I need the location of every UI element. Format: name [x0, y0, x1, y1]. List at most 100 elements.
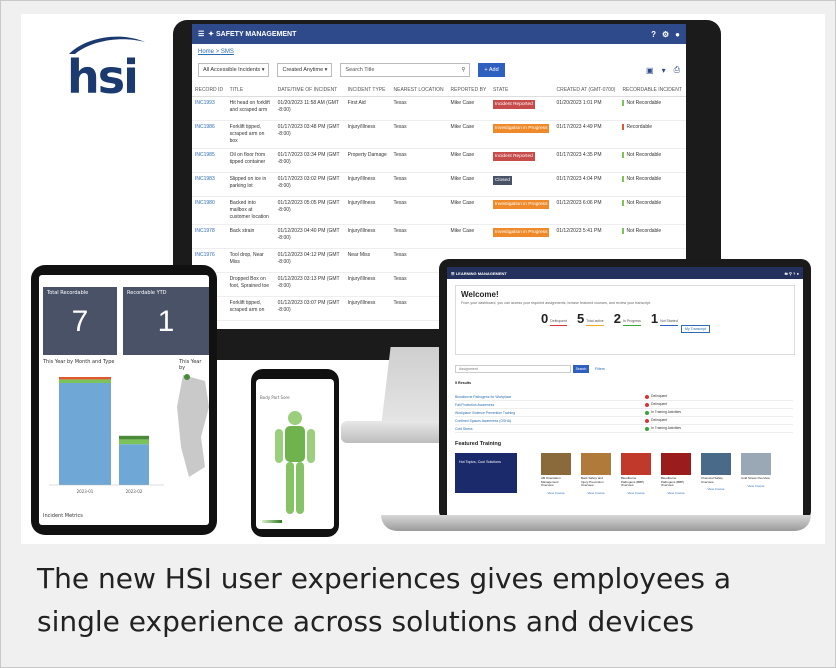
- table-row[interactable]: INC1993 Hit head on forklift and scraped …: [192, 96, 686, 121]
- record-id[interactable]: INC1983: [192, 172, 227, 197]
- table-row[interactable]: INC1985 Oil on floor from tipped containe…: [192, 148, 686, 173]
- column-header[interactable]: STATE: [489, 84, 554, 97]
- assignment-row[interactable]: Fall Protection Awareness Delinquent: [455, 401, 793, 409]
- stat-number: 2: [613, 311, 621, 326]
- incidents-filter-dropdown[interactable]: All Accessible Incidents ▾: [198, 63, 270, 77]
- column-header[interactable]: REPORTED BY: [447, 84, 490, 97]
- assignment-row[interactable]: Workplace Violence Prevention Training In…: [455, 409, 793, 417]
- status-text: In Training Activities: [651, 410, 681, 415]
- course-card[interactable]: Hot Topics, Cool Solutions: [455, 453, 517, 501]
- created-filter-dropdown[interactable]: Created Anytime ▾: [277, 63, 333, 77]
- view-course-link[interactable]: View Course: [701, 487, 731, 491]
- view-course-link[interactable]: View Course: [621, 491, 651, 495]
- column-header[interactable]: RECORDABLE INCIDENT: [619, 84, 686, 97]
- add-button[interactable]: + Add: [478, 63, 505, 77]
- course-card[interactable]: Chemical Safety Overview View Course: [701, 453, 731, 501]
- assignment-title[interactable]: Bloodborne Pathogens for Workplace: [455, 395, 645, 399]
- table-row[interactable]: INC1983 Slipped on ice in parking lot 01/1…: [192, 172, 686, 197]
- type-cell-text: Injury/Illness: [347, 200, 376, 206]
- date-cell: 01/12/2023 05:05 PM (GMT -8:00): [274, 196, 345, 225]
- course-title: AB Orientation Management Overview: [541, 476, 561, 488]
- reported-by-cell: Mike Case: [447, 196, 490, 225]
- view-course-link[interactable]: View Course: [581, 491, 611, 495]
- bar-segment[interactable]: [119, 439, 149, 445]
- course-card[interactable]: AB Orientation Management Overview View C…: [541, 453, 571, 501]
- course-card[interactable]: Bloodborne Pathogens (BBP) Overview View …: [661, 453, 691, 501]
- help-icon[interactable]: ?: [793, 271, 795, 276]
- date-cell-text: 01/17/2023 03:34 PM (GMT -8:00): [277, 152, 340, 165]
- hamburger-icon[interactable]: ☰: [451, 271, 455, 276]
- search-icon[interactable]: ⚲: [789, 271, 792, 276]
- featured-training-title: Featured Training: [455, 441, 502, 447]
- column-header[interactable]: DATE/TIME OF INCIDENT: [274, 84, 345, 97]
- record-id[interactable]: INC1978: [192, 224, 227, 249]
- chevron-down-icon[interactable]: ▾: [662, 66, 666, 75]
- lms-header: ☰ LEARNING MANAGEMENT ⇆ ⚲ ? ●: [447, 267, 803, 279]
- reported-by-cell-text: Mike Case: [450, 228, 475, 234]
- record-id[interactable]: INC1985: [192, 148, 227, 173]
- filters-button[interactable]: Filters: [595, 367, 605, 371]
- column-header[interactable]: CREATED AT (GMT-0700): [553, 84, 620, 97]
- gear-icon[interactable]: ⚙: [662, 30, 669, 39]
- assignment-title[interactable]: Workplace Violence Prevention Training: [455, 411, 645, 415]
- user-icon[interactable]: ●: [797, 271, 799, 276]
- hamburger-icon[interactable]: ☰: [198, 30, 204, 38]
- stat-item[interactable]: 0 Delinquent: [541, 311, 567, 326]
- welcome-text: From your dashboard, you can access your…: [461, 301, 651, 305]
- breadcrumb-sms[interactable]: SMS: [221, 49, 234, 55]
- course-card[interactable]: Cold Stress Overview View Course: [741, 453, 771, 501]
- column-header[interactable]: NEAREST LOCATION: [390, 84, 448, 97]
- view-course-link[interactable]: View Course: [741, 484, 771, 488]
- learning-management-screen: ☰ LEARNING MANAGEMENT ⇆ ⚲ ? ● Welcome! F…: [447, 267, 803, 515]
- footer-label: Incident Metrics: [43, 513, 83, 519]
- record-id[interactable]: INC1993: [192, 96, 227, 121]
- date-cell: 01/17/2023 03:34 PM (GMT -8:00): [274, 148, 345, 173]
- assignment-search-input[interactable]: Assignment: [455, 365, 571, 373]
- course-card[interactable]: Back Safety and Injury Prevention Overvi…: [581, 453, 611, 501]
- stat-item[interactable]: 2 In Progress: [614, 311, 641, 326]
- record-id[interactable]: INC1980: [192, 196, 227, 225]
- search-button[interactable]: Search: [573, 365, 589, 373]
- bar-segment[interactable]: [59, 383, 111, 485]
- assignment-row[interactable]: Bloodborne Pathogens for Workplace Delinq…: [455, 393, 793, 401]
- course-thumbnail: [541, 453, 571, 475]
- course-thumbnail: [621, 453, 651, 475]
- assignment-row[interactable]: Cold Stress In Training Activities: [455, 425, 793, 433]
- column-header[interactable]: INCIDENT TYPE: [344, 84, 391, 97]
- created-cell: 01/20/2023 1:01 PM: [553, 96, 620, 121]
- my-transcript-button[interactable]: My Transcript: [681, 325, 711, 333]
- course-thumbnail: [455, 453, 517, 493]
- table-row[interactable]: INC1978 Back strain 01/12/2023 04:40 PM (G…: [192, 224, 686, 249]
- location-cell: Texas: [390, 196, 448, 225]
- bar-segment[interactable]: [119, 444, 149, 485]
- search-input[interactable]: Search Title ⚲: [340, 63, 471, 77]
- breadcrumb-home[interactable]: Home: [198, 49, 214, 55]
- assignment-row[interactable]: Confined Spaces Awareness (OSHA) Delinque…: [455, 417, 793, 425]
- help-icon[interactable]: ?: [651, 30, 656, 39]
- export-icon[interactable]: ▣: [646, 66, 654, 75]
- app-title: SAFETY MANAGEMENT: [216, 30, 297, 38]
- bar-segment[interactable]: [59, 379, 111, 383]
- stat-item[interactable]: 5 Total active: [577, 311, 604, 326]
- language-icon[interactable]: ⇆: [784, 271, 787, 276]
- stat-item[interactable]: 1 Not Started: [651, 311, 678, 326]
- location-cell: Texas: [390, 120, 448, 149]
- date-cell-text: 01/20/2023 11:58 AM (GMT -8:00): [277, 100, 339, 113]
- table-row[interactable]: INC1986 Forklift tipped, scraped arm on b…: [192, 120, 686, 149]
- assignment-title[interactable]: Confined Spaces Awareness (OSHA): [455, 419, 645, 423]
- record-id[interactable]: INC1986: [192, 120, 227, 149]
- column-header[interactable]: RECORD ID: [192, 84, 227, 97]
- bar-segment[interactable]: [59, 377, 111, 380]
- course-thumbnail: [581, 453, 611, 475]
- view-course-link[interactable]: View Course: [661, 491, 691, 495]
- user-icon[interactable]: ●: [675, 30, 680, 39]
- course-card[interactable]: Bloodborne Pathogens (BBP) Overview View …: [621, 453, 651, 501]
- assignment-title[interactable]: Cold Stress: [455, 427, 645, 431]
- print-icon[interactable]: ⎙: [674, 65, 680, 75]
- search-icon[interactable]: ⚲: [461, 67, 465, 73]
- assignment-title[interactable]: Fall Protection Awareness: [455, 403, 645, 407]
- column-header[interactable]: TITLE: [226, 84, 275, 97]
- bar-segment[interactable]: [119, 435, 149, 440]
- view-course-link[interactable]: View Course: [541, 491, 571, 495]
- table-row[interactable]: INC1980 Backed into mailbox at customer l…: [192, 196, 686, 225]
